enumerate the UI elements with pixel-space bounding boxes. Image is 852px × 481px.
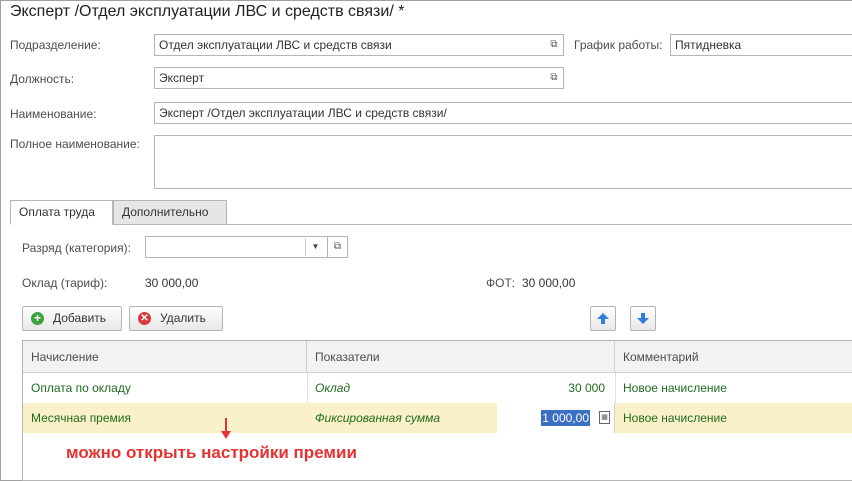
position-field[interactable]: Эксперт ⧉	[154, 67, 564, 89]
row-indicator: Оклад	[315, 381, 351, 395]
delete-button[interactable]: ✕ Удалить	[129, 306, 223, 331]
move-up-button[interactable]	[590, 306, 616, 331]
open-icon[interactable]: ⧉	[548, 72, 560, 84]
fot-label: ФОТ:	[486, 276, 516, 290]
table-row-selected[interactable]: Месячная премия Фиксированная сумма 1 00…	[23, 403, 852, 433]
tab-salary[interactable]: Оплата труда	[10, 200, 113, 225]
name-value: Эксперт /Отдел эксплуатации ЛВС и средст…	[159, 106, 447, 120]
delete-button-label: Удалить	[160, 311, 206, 325]
annotation-text: можно открыть настройки премии	[66, 443, 357, 462]
add-button-label: Добавить	[53, 311, 107, 325]
row-accrual: Месячная премия	[31, 411, 131, 425]
column-header-accrual[interactable]: Начисление	[23, 341, 307, 373]
window-title: Эксперт /Отдел эксплуатации ЛВС и средст…	[10, 3, 405, 20]
row-accrual: Оплата по окладу	[31, 381, 131, 395]
arrow-down-icon	[637, 313, 649, 324]
value-editor[interactable]: 1 000,00 ▦	[497, 403, 615, 433]
fullname-field[interactable]	[154, 135, 852, 189]
open-icon[interactable]: ⧉	[548, 39, 560, 51]
grade-field[interactable]: ▼	[145, 236, 328, 258]
arrow-up-icon	[597, 313, 609, 324]
name-field[interactable]: Эксперт /Отдел эксплуатации ЛВС и средст…	[154, 102, 852, 124]
add-icon: +	[31, 312, 44, 325]
subdivision-label: Подразделение:	[10, 38, 101, 52]
row-indicator: Фиксированная сумма	[315, 411, 441, 425]
tab-additional[interactable]: Дополнительно	[113, 200, 227, 225]
position-label: Должность:	[10, 72, 75, 86]
schedule-label: График работы:	[574, 38, 663, 52]
fot-value: 30 000,00	[522, 276, 576, 290]
annotation-arrow-icon	[221, 418, 231, 439]
name-label: Наименование:	[10, 107, 97, 121]
subdivision-field[interactable]: Отдел эксплуатации ЛВС и средств связи ⧉	[154, 34, 564, 56]
row-comment: Новое начисление	[623, 411, 727, 425]
row-value-input[interactable]: 1 000,00	[541, 410, 590, 426]
row-comment: Новое начисление	[623, 381, 727, 395]
add-button[interactable]: + Добавить	[22, 306, 122, 331]
table-row[interactable]: Оплата по окладу Оклад 30 000 Новое начи…	[23, 373, 852, 403]
schedule-field[interactable]: Пятидневка	[670, 34, 852, 56]
open-icon[interactable]: ⧉	[328, 236, 348, 258]
column-separator	[307, 373, 308, 403]
column-header-indicators[interactable]: Показатели	[307, 341, 615, 373]
grade-label: Разряд (категория):	[22, 241, 131, 255]
subdivision-value: Отдел эксплуатации ЛВС и средств связи	[159, 38, 392, 52]
calculator-icon[interactable]: ▦	[599, 411, 610, 424]
column-header-comment[interactable]: Комментарий	[615, 341, 852, 373]
move-down-button[interactable]	[630, 306, 656, 331]
delete-icon: ✕	[138, 312, 151, 325]
salary-label: Оклад (тариф):	[22, 276, 108, 290]
salary-value: 30 000,00	[145, 276, 199, 290]
row-value: 30 000	[568, 381, 605, 395]
dropdown-icon[interactable]: ▼	[305, 238, 325, 256]
column-separator	[615, 373, 616, 403]
schedule-value: Пятидневка	[675, 38, 742, 52]
fullname-label: Полное наименование:	[10, 137, 140, 151]
position-value: Эксперт	[159, 71, 205, 85]
